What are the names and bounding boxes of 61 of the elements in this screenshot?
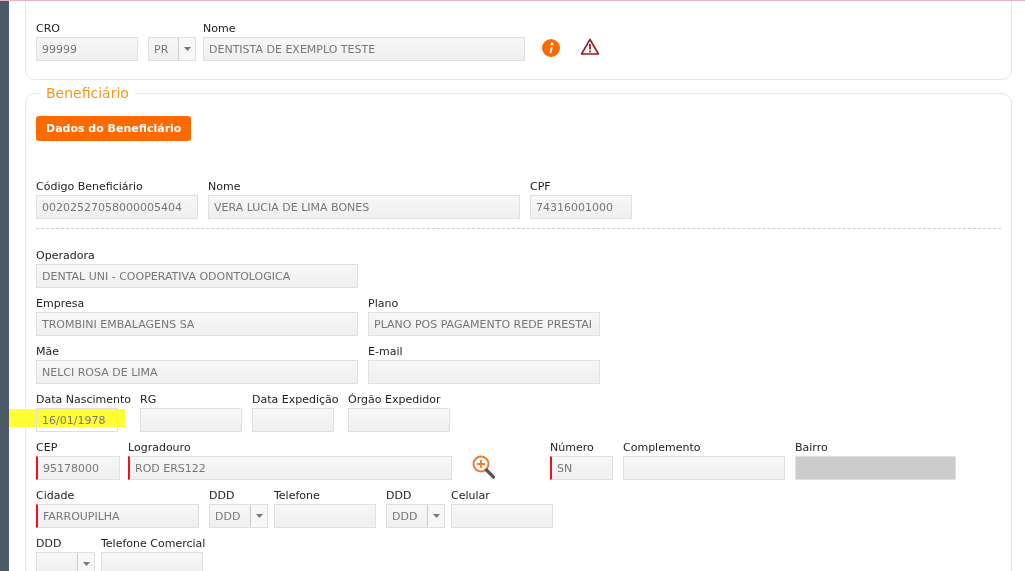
input-field[interactable] [274,504,376,528]
field-label: DDD [209,489,235,502]
field-label: Número [550,441,594,454]
input-field[interactable]: NELCI ROSA DE LIMA [36,360,358,384]
field-label: Bairro [795,441,828,454]
input-field[interactable] [368,360,600,384]
select-field[interactable]: DDD [386,504,445,528]
field-label: Celular [451,489,490,502]
caret-icon [255,514,263,518]
input-field[interactable]: DENTISTA DE EXEMPLO TESTE [203,37,525,61]
input-field[interactable]: DENTAL UNI - COOPERATIVA ODONTOLOGICA [36,264,358,288]
input-field[interactable]: 95178000 [36,456,120,480]
field-label: RG [140,393,157,406]
field-label: CRO [36,22,60,35]
select-field[interactable] [36,552,95,571]
input-field[interactable]: 99999 [36,37,138,61]
info-icon[interactable] [542,39,560,57]
input-field[interactable]: 00202527058000005404 [36,195,198,219]
field-label: Cidade [36,489,75,502]
caret-icon [82,562,90,566]
caret-icon [183,47,191,51]
field-label: CPF [530,180,551,193]
field-label: E-mail [368,345,403,358]
input-field[interactable]: 74316001000 [530,195,632,219]
field-label: Órgão Expedidor [348,393,441,406]
zoom-in-icon[interactable] [472,455,496,481]
field-label: Empresa [36,297,85,310]
input-field[interactable]: FARROUPILHA [36,504,199,528]
beneficiary-data-button[interactable]: Dados do Beneficiário [36,116,192,141]
input-field[interactable]: SN [550,456,613,480]
field-label: DDD [36,537,62,550]
input-field[interactable] [348,408,450,432]
field-label: Data Nascimento [36,393,132,406]
field-label: Data Expedição [252,393,339,406]
input-field[interactable] [140,408,242,432]
field-label: Nome [203,22,236,35]
select-field[interactable]: DDD [209,504,268,528]
field-label: Complemento [623,441,701,454]
input-field[interactable] [101,552,203,571]
field-label: DDD [386,489,412,502]
input-field[interactable]: 16/01/1978 [36,408,118,432]
section-title: Beneficiário [45,85,130,101]
caret-icon [432,514,440,518]
field-label: Telefone Comercial [101,537,206,550]
field-label: Telefone [274,489,320,502]
warning-icon[interactable] [580,38,600,55]
input-field[interactable] [252,408,334,432]
input-field[interactable]: PLANO POS PAGAMENTO REDE PRESTAI [368,312,600,336]
field-label: Plano [368,297,399,310]
input-field[interactable]: VERA LUCIA DE LIMA BONES [208,195,520,219]
field-label: Mãe [36,345,59,358]
field-label: Código Beneficiário [36,180,143,193]
input-field[interactable] [623,456,785,480]
input-field[interactable]: ROD ERS122 [128,456,452,480]
input-field[interactable]: TROMBINI EMBALAGENS SA [36,312,358,336]
field-label: Nome [208,180,241,193]
field-label: Operadora [36,249,95,262]
field-label: CEP [36,441,58,454]
input-field[interactable] [451,504,553,528]
field-label: Logradouro [128,441,191,454]
select-field[interactable]: PR [148,37,196,61]
